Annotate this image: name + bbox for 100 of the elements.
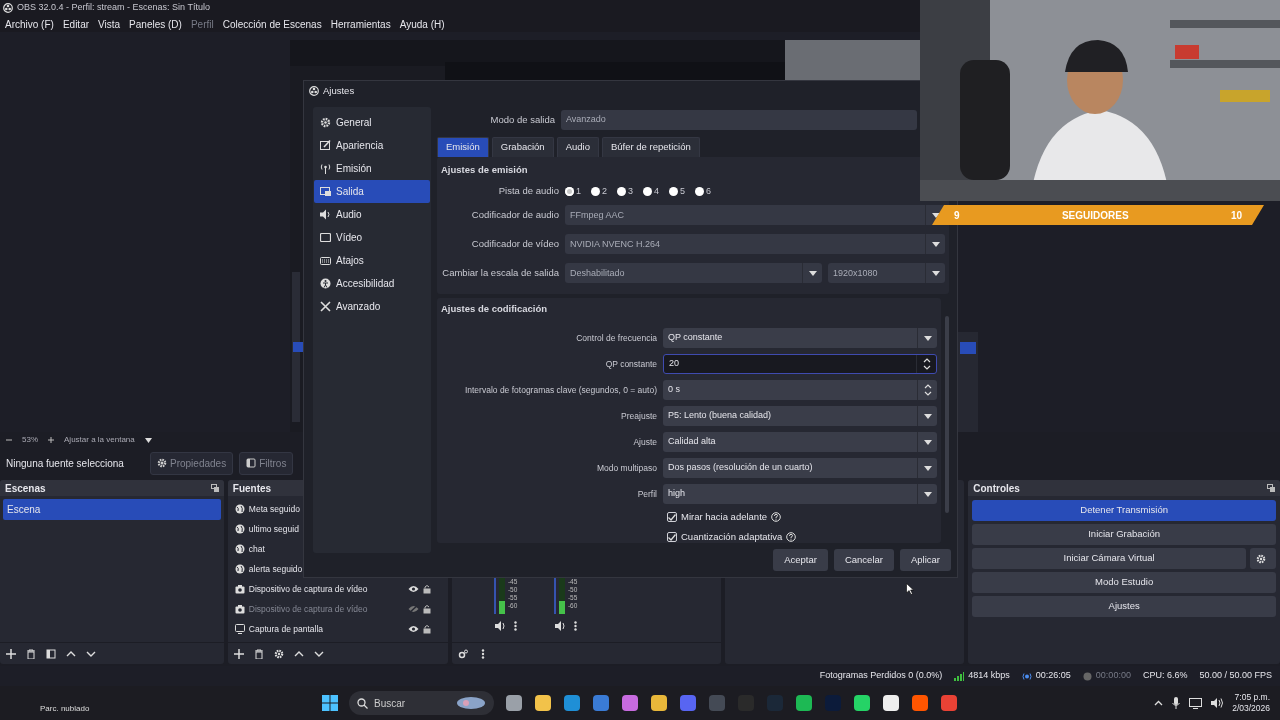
settings-category[interactable]: Accesibilidad — [314, 272, 430, 295]
eye-icon[interactable] — [407, 625, 419, 633]
settings-button[interactable] — [1250, 548, 1276, 569]
lock-icon[interactable] — [422, 624, 431, 634]
dropdown-arrow-icon[interactable] — [923, 439, 932, 445]
app-icon[interactable] — [853, 694, 871, 712]
control-button[interactable]: Modo Estudio — [972, 572, 1276, 593]
spin-arrows-icon[interactable] — [923, 383, 932, 398]
dialog-button[interactable]: Aplicar — [899, 549, 951, 571]
settings-category[interactable]: Vídeo — [314, 226, 430, 249]
audio-track-radio[interactable]: 1 — [565, 184, 581, 199]
radio-dot[interactable] — [643, 187, 653, 196]
select-field[interactable]: Dos pasos (resolución de un cuarto) — [663, 458, 937, 479]
menu-item[interactable]: Paneles (D) — [129, 16, 182, 32]
radio-dot[interactable] — [617, 187, 627, 196]
volume-slider[interactable] — [493, 578, 496, 614]
eye-icon[interactable] — [407, 585, 419, 593]
radio-dot[interactable] — [565, 187, 574, 196]
undock-icon[interactable] — [210, 484, 219, 492]
zoom-mode[interactable]: Ajustar a la ventana — [64, 434, 135, 446]
source-item[interactable]: Dispositivo de captura de vídeo — [230, 599, 445, 619]
settings-category[interactable]: Apariencia — [314, 134, 430, 157]
settings-category[interactable]: Audio — [314, 203, 430, 226]
dropdown-arrow-icon[interactable] — [923, 465, 932, 471]
speaker-icon[interactable] — [554, 621, 566, 631]
lock-icon[interactable] — [422, 604, 431, 614]
tab[interactable]: Búfer de repetición — [601, 136, 700, 158]
add-icon[interactable] — [6, 648, 16, 659]
dropdown-arrow-icon[interactable] — [144, 437, 152, 443]
chevron-up-icon[interactable] — [1154, 700, 1164, 706]
radio-dot[interactable] — [669, 187, 679, 196]
zoom-in-icon[interactable] — [48, 437, 54, 443]
settings-category[interactable]: Atajos — [314, 249, 430, 272]
radio-dot[interactable] — [591, 187, 600, 196]
settings-category[interactable]: Emisión — [314, 157, 430, 180]
app-icon[interactable] — [795, 694, 813, 712]
tab[interactable]: Audio — [556, 136, 599, 158]
spin-arrows-icon[interactable] — [922, 357, 931, 372]
tab[interactable]: Emisión — [437, 136, 489, 158]
gears-icon[interactable] — [457, 648, 468, 659]
dropdown-arrow-icon[interactable] — [931, 271, 940, 276]
more-options-icon[interactable] — [513, 621, 517, 631]
control-button[interactable]: Ajustes — [972, 596, 1276, 617]
menu-item[interactable]: Ayuda (H) — [399, 16, 445, 32]
scrollbar[interactable] — [945, 315, 949, 513]
trash-icon[interactable] — [26, 648, 36, 659]
source-item[interactable]: alerta seguido — [230, 559, 445, 579]
number-field[interactable]: 0 s — [663, 380, 937, 401]
checkbox-box[interactable] — [667, 532, 677, 543]
dropdown-arrow-icon[interactable] — [923, 491, 932, 497]
windows-logo-icon[interactable] — [322, 695, 338, 711]
menu-item[interactable]: Editar — [62, 16, 90, 32]
dropdown-arrow-icon[interactable] — [923, 413, 932, 419]
display-icon[interactable] — [1189, 697, 1203, 709]
audio-track-radio[interactable]: 5 — [669, 184, 686, 199]
select-field[interactable]: high — [663, 484, 937, 505]
app-icon[interactable] — [505, 694, 523, 712]
menu-item[interactable]: Colección de Escenas — [222, 16, 322, 32]
undock-icon[interactable] — [1267, 484, 1275, 492]
more-options-icon[interactable] — [573, 621, 577, 631]
zoom-out-icon[interactable] — [6, 437, 12, 443]
control-button[interactable]: Detener Transmisión — [972, 500, 1276, 521]
settings-category[interactable]: Salida — [314, 180, 430, 203]
volume-slider[interactable] — [553, 578, 556, 614]
source-item[interactable]: Dispositivo de captura de vídeo — [230, 579, 445, 599]
audio-track-radio[interactable]: 3 — [617, 184, 634, 199]
control-button[interactable]: Iniciar Grabación — [972, 524, 1276, 545]
speaker-icon[interactable] — [494, 621, 506, 631]
search-field[interactable]: Buscar — [349, 691, 494, 715]
filter-icon[interactable] — [46, 648, 56, 659]
menu-item[interactable]: Herramientas — [330, 16, 391, 32]
app-icon[interactable] — [882, 694, 900, 712]
audio-track-radio[interactable]: 2 — [591, 184, 608, 199]
scene-item[interactable]: Escena — [3, 499, 221, 520]
dialog-button[interactable]: Cancelar — [833, 549, 894, 571]
eye-slash-icon[interactable] — [407, 605, 419, 613]
gear-icon[interactable] — [273, 648, 284, 659]
microphone-icon[interactable] — [1172, 697, 1181, 709]
control-button[interactable]: Iniciar Cámara Virtual — [972, 548, 1246, 569]
add-icon[interactable] — [233, 648, 244, 659]
audio-track-radio[interactable]: 4 — [643, 184, 660, 199]
tab[interactable]: Grabación — [491, 136, 554, 158]
select-field[interactable]: QP constante — [663, 328, 937, 349]
lock-icon[interactable] — [422, 584, 431, 594]
dropdown-arrow-icon[interactable] — [923, 335, 932, 341]
menu-item[interactable]: Archivo (F) — [5, 16, 54, 32]
radio-dot[interactable] — [695, 187, 705, 196]
select-field[interactable]: Calidad alta — [663, 432, 937, 453]
app-icon[interactable] — [650, 694, 668, 712]
settings-category[interactable]: General — [314, 111, 430, 134]
taskbar-clock[interactable]: 7:05 p.m. 2/03/2026 — [1232, 692, 1270, 714]
app-icon[interactable] — [534, 694, 552, 712]
audio-track-radio[interactable]: 6 — [695, 184, 712, 199]
number-field[interactable]: 20 — [663, 354, 937, 375]
checkbox-box[interactable] — [667, 512, 677, 523]
source-item[interactable]: Captura de pantalla — [230, 619, 445, 639]
speaker-icon[interactable] — [1211, 698, 1224, 708]
dialog-button[interactable]: Aceptar — [773, 549, 828, 571]
trash-icon[interactable] — [253, 648, 264, 659]
menu-item[interactable]: Vista — [98, 16, 121, 32]
